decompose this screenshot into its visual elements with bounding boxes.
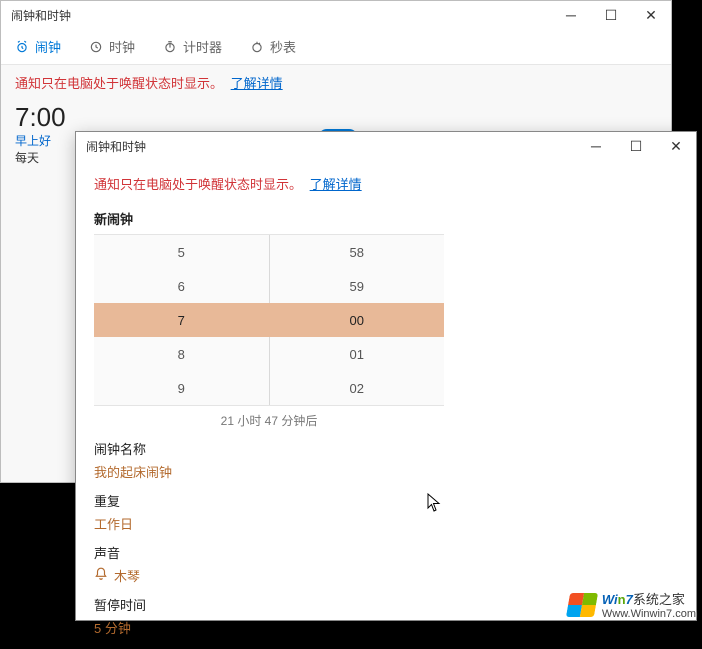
minute-option[interactable]: 58	[270, 235, 445, 269]
notice-front: 通知只在电脑处于唤醒状态时显示。 了解详情	[94, 166, 678, 201]
time-picker[interactable]: 5 6 7 8 9 58 59 00 01 02	[94, 234, 444, 406]
window-alarm-edit: 闹钟和时钟 ─ ☐ ✕ 通知只在电脑处于唤醒状态时显示。 了解详情 新闹钟 5 …	[75, 131, 697, 621]
hour-column[interactable]: 5 6 7 8 9	[94, 235, 269, 405]
alarm-repeat: 每天	[15, 149, 66, 166]
minute-option[interactable]: 59	[270, 269, 445, 303]
minimize-button-front[interactable]: ─	[576, 132, 616, 160]
sound-label: 声音	[94, 543, 678, 562]
hour-option[interactable]: 6	[94, 269, 269, 303]
watermark-url: Www.Winwin7.com	[602, 608, 696, 620]
hour-option[interactable]: 9	[94, 371, 269, 405]
notice-back: 通知只在电脑处于唤醒状态时显示。 了解详情	[1, 65, 671, 100]
clock-icon	[89, 40, 103, 54]
notice-text-front: 通知只在电脑处于唤醒状态时显示。	[94, 177, 302, 192]
tab-stopwatch[interactable]: 秒表	[250, 37, 296, 56]
window-controls-front: ─ ☐ ✕	[576, 132, 696, 160]
bell-icon	[94, 567, 108, 584]
tab-clock-label: 时钟	[109, 37, 135, 56]
alarm-time: 7:00	[15, 104, 66, 130]
time-remaining: 21 小时 47 分钟后	[94, 412, 444, 429]
edit-body: 通知只在电脑处于唤醒状态时显示。 了解详情 新闹钟 5 6 7 8 9 58 5…	[76, 160, 696, 649]
alarm-name-value[interactable]: 我的起床闹钟	[94, 462, 678, 481]
section-new-alarm: 新闹钟	[94, 209, 678, 228]
notice-text: 通知只在电脑处于唤醒状态时显示。	[15, 76, 223, 91]
tab-clock[interactable]: 时钟	[89, 37, 135, 56]
maximize-button[interactable]: ☐	[591, 1, 631, 29]
close-button-front[interactable]: ✕	[656, 132, 696, 160]
tab-timer[interactable]: 计时器	[163, 37, 222, 56]
hour-option[interactable]: 5	[94, 235, 269, 269]
notice-link[interactable]: 了解详情	[231, 76, 283, 91]
window-title-front: 闹钟和时钟	[86, 138, 146, 155]
window-controls-back: ─ ☐ ✕	[551, 1, 671, 29]
tab-stopwatch-label: 秒表	[270, 37, 296, 56]
tabbar: 闹钟 时钟 计时器 秒表	[1, 29, 671, 65]
watermark: Win7系统之家 Www.Winwin7.com	[568, 589, 696, 620]
maximize-button-front[interactable]: ☐	[616, 132, 656, 160]
alarm-name-label: 闹钟名称	[94, 439, 678, 458]
alarm-info: 7:00 早上好 每天	[15, 104, 66, 166]
minimize-button[interactable]: ─	[551, 1, 591, 29]
repeat-label: 重复	[94, 491, 678, 510]
timer-icon	[163, 40, 177, 54]
sound-value[interactable]: 木琴	[94, 566, 678, 585]
minute-option-selected[interactable]: 00	[270, 303, 445, 337]
alarm-icon	[15, 40, 29, 54]
stopwatch-icon	[250, 40, 264, 54]
repeat-value[interactable]: 工作日	[94, 514, 678, 533]
watermark-brand: Win7系统之家	[602, 589, 696, 608]
titlebar-back: 闹钟和时钟 ─ ☐ ✕	[1, 1, 671, 29]
sound-value-text: 木琴	[114, 566, 140, 585]
hour-option-selected[interactable]: 7	[94, 303, 269, 337]
hour-option[interactable]: 8	[94, 337, 269, 371]
tab-timer-label: 计时器	[183, 37, 222, 56]
tab-alarm-label: 闹钟	[35, 37, 61, 56]
minute-option[interactable]: 01	[270, 337, 445, 371]
tab-alarm[interactable]: 闹钟	[15, 37, 61, 56]
close-button[interactable]: ✕	[631, 1, 671, 29]
minute-column[interactable]: 58 59 00 01 02	[269, 235, 445, 405]
window-title: 闹钟和时钟	[11, 7, 71, 24]
alarm-label: 早上好	[15, 132, 66, 149]
notice-link-front[interactable]: 了解详情	[310, 177, 362, 192]
titlebar-front: 闹钟和时钟 ─ ☐ ✕	[76, 132, 696, 160]
minute-option[interactable]: 02	[270, 371, 445, 405]
windows-logo-icon	[566, 593, 598, 617]
snooze-value[interactable]: 5 分钟	[94, 618, 678, 637]
